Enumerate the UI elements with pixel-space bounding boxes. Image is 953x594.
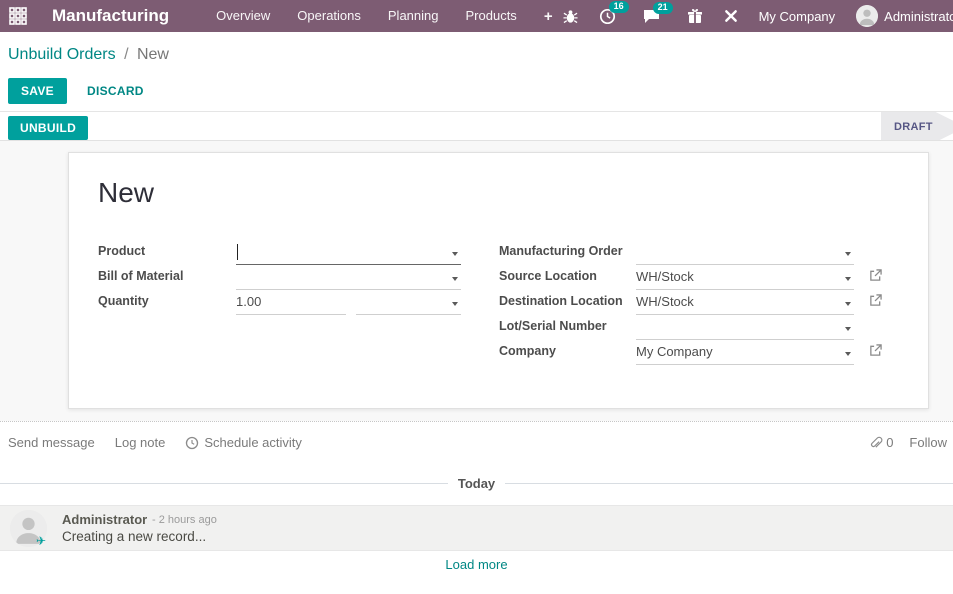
message-timestamp: - 2 hours ago	[152, 514, 217, 526]
product-input[interactable]	[236, 241, 461, 265]
activities-clock-icon[interactable]: 16	[599, 0, 629, 25]
bom-label: Bill of Material	[98, 269, 184, 283]
divider-line	[0, 483, 448, 484]
log-note-button[interactable]: Log note	[115, 435, 166, 450]
chevron-down-icon	[845, 277, 851, 281]
lot-serial-label: Lot/Serial Number	[499, 319, 607, 333]
user-menu[interactable]: Administrator (	[856, 5, 953, 27]
uom-input[interactable]	[356, 291, 461, 315]
field-row-quantity: Quantity 1.00	[98, 291, 498, 315]
status-arrow: DRAFT	[881, 112, 953, 140]
mo-input[interactable]	[636, 241, 854, 265]
breadcrumb-current: New	[136, 46, 169, 63]
status-draft: DRAFT	[894, 121, 933, 133]
gift-icon[interactable]	[687, 8, 703, 24]
systray: 16 21 My Company Administrato	[553, 0, 953, 27]
destination-location-input[interactable]: WH/Stock	[636, 291, 854, 315]
attachment-count: 0	[886, 435, 894, 450]
company-input[interactable]: My Company	[636, 341, 854, 365]
message-count-badge: 21	[652, 1, 673, 15]
chatter-tools: 0 Follow	[869, 435, 947, 450]
chevron-down-icon	[845, 302, 851, 306]
message-body: Creating a new record...	[62, 529, 207, 544]
form-buttons: SAVE DISCARD	[8, 78, 146, 104]
chatter: Send message Log note Schedule activity …	[0, 421, 953, 594]
follow-button[interactable]: Follow	[909, 435, 947, 450]
chevron-down-icon	[452, 302, 458, 306]
debug-bug-icon[interactable]	[563, 8, 578, 24]
menu-planning[interactable]: Planning	[388, 8, 439, 25]
tools-icon[interactable]	[724, 9, 738, 23]
note-plane-icon: ✈	[36, 534, 47, 548]
user-avatar	[856, 5, 879, 27]
discard-button[interactable]: DISCARD	[85, 78, 146, 104]
messages-chat-icon[interactable]: 21	[643, 1, 673, 24]
form-view-background: New Product Bill of Material Quantity 1.…	[0, 141, 953, 421]
form-sheet: New Product Bill of Material Quantity 1.…	[68, 152, 929, 409]
divider-line	[505, 483, 953, 484]
external-link-icon[interactable]	[869, 269, 882, 287]
chevron-down-icon	[845, 252, 851, 256]
destination-location-label: Destination Location	[499, 294, 623, 308]
source-location-input[interactable]: WH/Stock	[636, 266, 854, 290]
menu-overview[interactable]: Overview	[216, 8, 270, 25]
unbuild-button[interactable]: UNBUILD	[8, 116, 89, 140]
breadcrumb-unbuild-orders[interactable]: Unbuild Orders	[8, 46, 116, 63]
clock-icon	[186, 436, 199, 449]
company-switcher[interactable]: My Company	[759, 9, 836, 24]
source-location-label: Source Location	[499, 269, 597, 283]
divider-label: Today	[457, 476, 496, 491]
menu-operations[interactable]: Operations	[297, 8, 361, 25]
apps-menu-icon[interactable]	[8, 6, 28, 26]
lot-serial-input[interactable]	[636, 316, 854, 340]
menu-products[interactable]: Products	[466, 8, 517, 25]
field-row-destination-location: Destination Location WH/Stock	[499, 291, 919, 315]
app-title[interactable]: Manufacturing	[52, 6, 169, 26]
field-row-product: Product	[98, 241, 498, 265]
odoo-window: Manufacturing Overview Operations Planni…	[0, 0, 953, 594]
app-menus: Overview Operations Planning Products +	[216, 8, 552, 25]
bom-input[interactable]	[236, 266, 461, 290]
form-statusbar: UNBUILD DRAFT	[0, 111, 953, 141]
load-more-wrapper: Load more	[0, 556, 953, 574]
breadcrumb-separator: /	[124, 46, 129, 63]
chatter-message: ✈ Administrator - 2 hours ago Creating a…	[0, 505, 953, 551]
product-label: Product	[98, 244, 146, 258]
field-row-mo: Manufacturing Order	[499, 241, 919, 265]
load-more-link[interactable]: Load more	[445, 557, 507, 572]
activity-count-badge: 16	[608, 0, 629, 14]
paperclip-icon	[871, 436, 883, 448]
save-button[interactable]: SAVE	[8, 78, 67, 104]
menu-plus-icon[interactable]: +	[544, 8, 553, 25]
quantity-label: Quantity	[98, 294, 149, 308]
today-divider: Today	[0, 476, 953, 491]
send-message-button[interactable]: Send message	[8, 435, 95, 450]
grid-icon	[9, 7, 27, 25]
schedule-activity-button[interactable]: Schedule activity	[185, 435, 302, 450]
quantity-input[interactable]: 1.00	[236, 291, 346, 315]
control-panel: Unbuild Orders / New SAVE DISCARD	[0, 32, 953, 111]
user-name: Administrator (	[884, 8, 953, 24]
text-cursor	[237, 244, 238, 260]
mo-label: Manufacturing Order	[499, 244, 623, 258]
field-row-source-location: Source Location WH/Stock	[499, 266, 919, 290]
field-row-company: Company My Company	[499, 341, 919, 365]
external-link-icon[interactable]	[869, 344, 882, 362]
field-row-bom: Bill of Material	[98, 266, 498, 290]
record-title: New	[98, 177, 155, 208]
attachments-button[interactable]: 0	[869, 435, 893, 450]
external-link-icon[interactable]	[869, 294, 882, 312]
chevron-down-icon	[452, 252, 458, 256]
chatter-buttons: Send message Log note Schedule activity	[8, 435, 302, 450]
chevron-down-icon	[452, 277, 458, 281]
breadcrumb: Unbuild Orders / New	[8, 46, 169, 64]
top-navbar: Manufacturing Overview Operations Planni…	[0, 0, 953, 32]
field-row-lot-serial: Lot/Serial Number	[499, 316, 919, 340]
chevron-down-icon	[845, 327, 851, 331]
message-author: Administrator	[62, 512, 148, 527]
company-label: Company	[499, 344, 556, 358]
chevron-down-icon	[845, 352, 851, 356]
